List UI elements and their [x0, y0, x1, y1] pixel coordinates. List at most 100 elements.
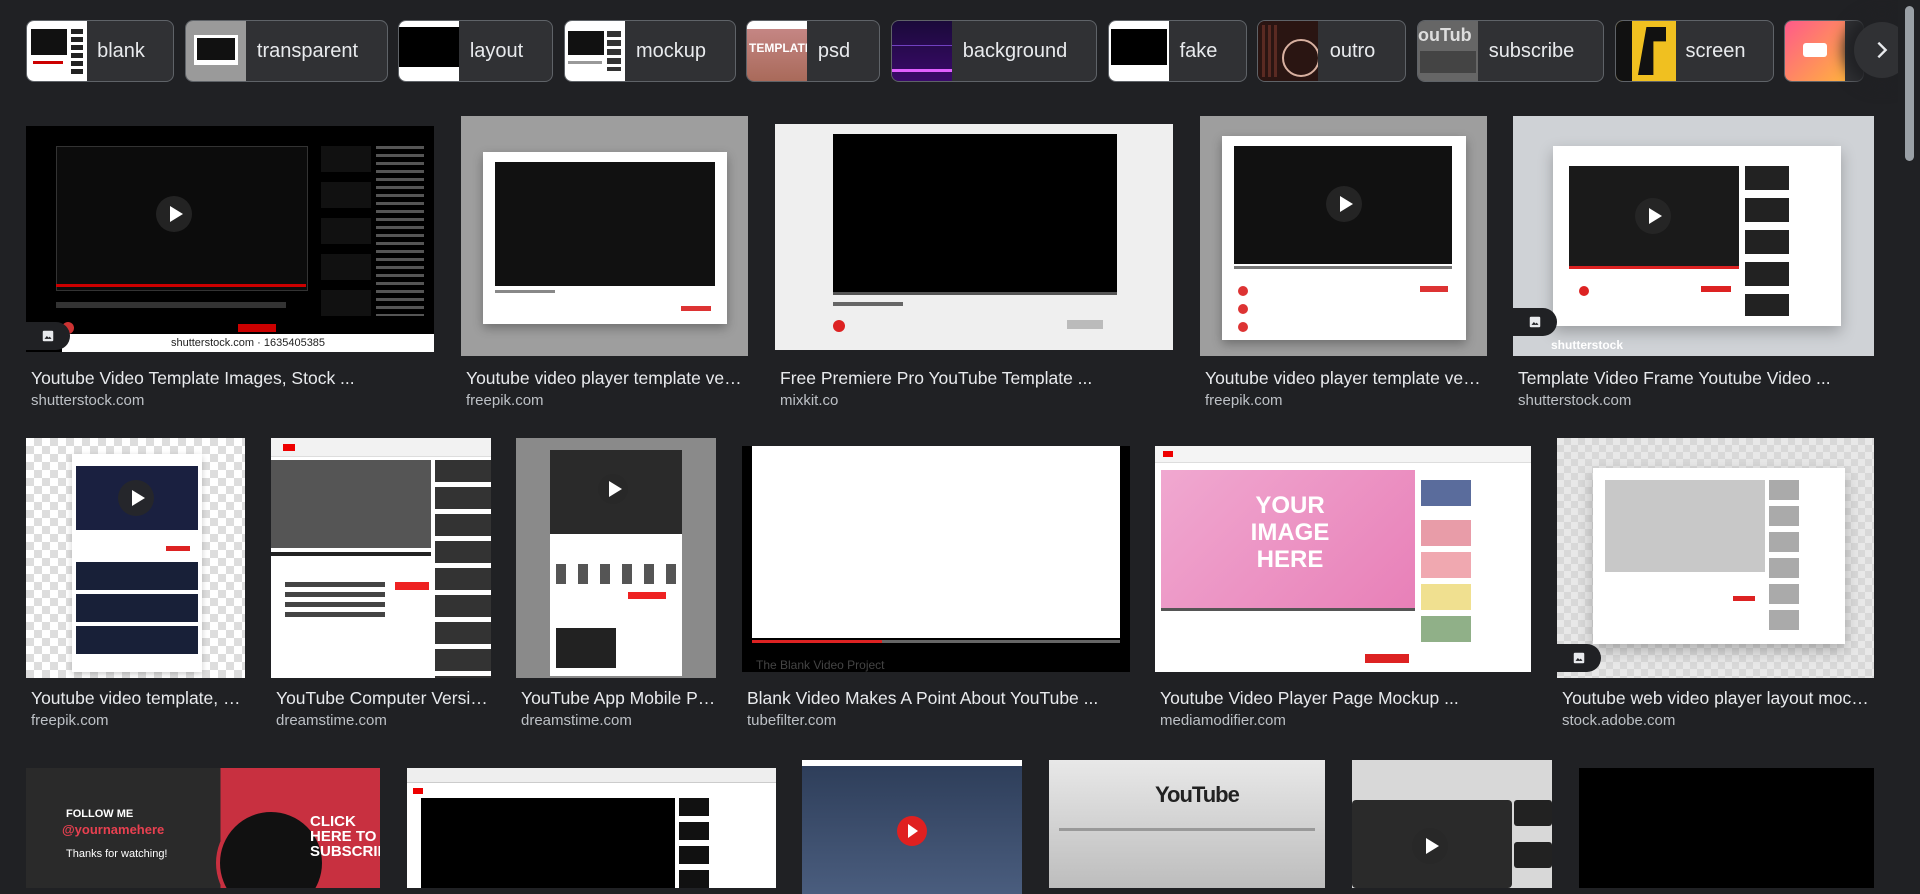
result-thumbnail: The Blank Video Project	[742, 446, 1130, 672]
overlay-text-handle: @yournamehere	[62, 822, 165, 837]
watermark-text: shutterstock.com · 1635405385	[62, 334, 434, 352]
result-title[interactable]: Free Premiere Pro YouTube Template ...	[780, 368, 1173, 389]
result-card[interactable]: Youtube video player template vect... fr…	[461, 104, 748, 414]
result-thumbnail: YOUR IMAGE HERE	[1155, 446, 1531, 672]
result-card[interactable]	[802, 760, 1022, 894]
result-source[interactable]: freepik.com	[1205, 392, 1283, 409]
page-scrollbar[interactable]	[1898, 0, 1920, 888]
result-source[interactable]: shutterstock.com	[31, 392, 144, 409]
chip-thumbnail	[1785, 21, 1845, 81]
result-thumbnail	[1557, 438, 1874, 678]
result-title[interactable]: Youtube video player template vect...	[1205, 368, 1487, 389]
chip-psd[interactable]: TEMPLATE psd	[746, 20, 880, 82]
result-thumbnail: YouTube	[1049, 760, 1325, 888]
chevron-right-icon	[1877, 41, 1888, 59]
result-source[interactable]: freepik.com	[466, 392, 544, 409]
result-card[interactable]: Youtube video template, vi... freepik.co…	[26, 434, 245, 734]
chip-thumbnail	[1616, 21, 1676, 81]
chip-subscribe[interactable]: ouTub subscribe	[1417, 20, 1604, 82]
chip-label: outro	[1329, 39, 1376, 62]
overlay-text-follow: FOLLOW ME	[66, 808, 134, 820]
result-title[interactable]: Youtube Video Template Images, Stock ...	[31, 368, 434, 389]
result-card[interactable]: YouTube App Mobile Ph... dreamstime.com	[516, 434, 716, 734]
chip-thumbnail	[27, 21, 87, 81]
result-thumbnail	[775, 124, 1173, 350]
chip-outro[interactable]: outro	[1257, 20, 1406, 82]
result-card[interactable]: YOUR IMAGE HERE Youtube Video Player Pag…	[1155, 434, 1531, 734]
result-thumbnail	[516, 438, 716, 678]
result-source[interactable]: dreamstime.com	[276, 712, 387, 729]
result-thumbnail	[1352, 760, 1552, 888]
result-card[interactable]: FOLLOW ME @yournamehere Thanks for watch…	[26, 768, 380, 888]
chip-thumbnail: ouTub	[1418, 21, 1478, 81]
image-badge-icon	[26, 322, 70, 350]
chip-background[interactable]: background	[891, 20, 1097, 82]
chip-thumbnail: TEMPLATE	[747, 21, 807, 81]
result-card[interactable]: YouTube Computer Versio... dreamstime.co…	[271, 434, 491, 734]
result-thumbnail	[802, 760, 1022, 894]
result-title[interactable]: Blank Video Makes A Point About YouTube …	[747, 688, 1130, 709]
result-card[interactable]: shutterstock Template Video Frame Youtub…	[1513, 104, 1874, 414]
result-card[interactable]: YouTube	[1049, 760, 1325, 888]
chip-transparent[interactable]: transparent	[185, 20, 388, 82]
result-source[interactable]: stock.adobe.com	[1562, 712, 1675, 729]
result-source[interactable]: dreamstime.com	[521, 712, 632, 729]
overlay-text: The Blank Video Project	[756, 658, 885, 672]
chip-more[interactable]	[1784, 20, 1864, 82]
overlay-text-cta: CLICK HERE TO SUBSCRIBE	[310, 813, 380, 860]
result-title[interactable]: Youtube video player template vect...	[466, 368, 748, 389]
result-source[interactable]: tubefilter.com	[747, 712, 836, 729]
image-badge-icon	[1513, 308, 1557, 336]
result-card[interactable]	[407, 768, 776, 888]
result-source[interactable]: mediamodifier.com	[1160, 712, 1286, 729]
chip-label: fake	[1179, 39, 1218, 62]
result-card[interactable]: The Blank Video Project Blank Video Make…	[742, 434, 1130, 734]
result-card[interactable]: Youtube video player template vect... fr…	[1200, 104, 1487, 414]
result-title[interactable]: Youtube web video player layout mocku...	[1562, 688, 1874, 709]
result-title[interactable]: Youtube Video Player Page Mockup ...	[1160, 688, 1531, 709]
chip-layout[interactable]: layout	[398, 20, 553, 82]
overlay-text: YOUR IMAGE HERE	[1250, 492, 1330, 573]
chip-thumb-text: ouTub	[1418, 25, 1472, 45]
result-thumbnail	[271, 438, 491, 678]
chip-label: blank	[97, 39, 145, 62]
result-card[interactable]: Free Premiere Pro YouTube Template ... m…	[775, 104, 1173, 414]
chip-label: subscribe	[1488, 39, 1575, 62]
result-card[interactable]	[1352, 760, 1552, 888]
youtube-logo-text: YouTube	[1155, 782, 1240, 808]
chip-screen[interactable]: screen	[1615, 20, 1774, 82]
chip-label: background	[962, 39, 1068, 62]
result-title[interactable]: YouTube App Mobile Ph...	[521, 688, 716, 709]
result-thumbnail: shutterstock.com · 1635405385	[26, 126, 434, 352]
result-card[interactable]: Youtube web video player layout mocku...…	[1557, 434, 1874, 734]
result-title[interactable]: YouTube Computer Versio...	[276, 688, 491, 709]
chip-mockup[interactable]: mockup	[564, 20, 736, 82]
watermark-text: shutterstock	[1551, 338, 1624, 352]
result-thumbnail: shutterstock	[1513, 116, 1874, 356]
chip-thumbnail	[892, 21, 952, 81]
result-source[interactable]: mixkit.co	[780, 392, 838, 409]
result-title[interactable]: Template Video Frame Youtube Video ...	[1518, 368, 1874, 389]
result-title[interactable]: Youtube video template, vi...	[31, 688, 245, 709]
result-source[interactable]: shutterstock.com	[1518, 392, 1631, 409]
chip-thumbnail	[399, 21, 459, 81]
result-thumbnail	[26, 438, 245, 678]
overlay-text: YouTube	[1155, 782, 1240, 807]
result-source[interactable]: freepik.com	[31, 712, 109, 729]
chip-label: screen	[1685, 39, 1746, 62]
result-card[interactable]	[1579, 768, 1874, 888]
result-thumbnail	[407, 768, 776, 888]
chip-thumbnail	[186, 21, 246, 81]
scrollbar-thumb[interactable]	[1905, 6, 1914, 161]
chip-thumbnail	[565, 21, 625, 81]
chip-fake[interactable]: fake	[1108, 20, 1247, 82]
chip-label: layout	[469, 39, 524, 62]
chip-thumbnail	[1258, 21, 1318, 81]
result-card[interactable]: shutterstock.com · 1635405385 Youtube Vi…	[26, 104, 434, 414]
result-thumbnail: FOLLOW ME @yournamehere Thanks for watch…	[26, 768, 380, 888]
chip-label: mockup	[635, 39, 707, 62]
result-thumbnail	[1200, 116, 1487, 356]
chip-label: transparent	[256, 39, 359, 62]
result-thumbnail	[1579, 768, 1874, 888]
chip-blank[interactable]: blank	[26, 20, 174, 82]
